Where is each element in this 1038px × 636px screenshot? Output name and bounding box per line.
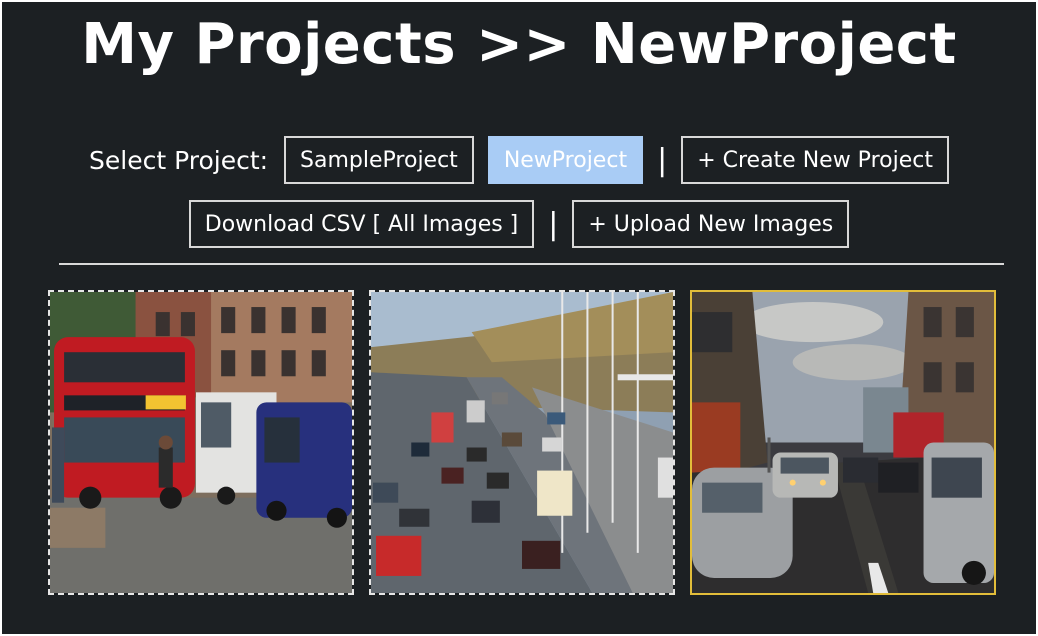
project-button-newproject[interactable]: NewProject	[487, 136, 644, 184]
bus-street-image	[50, 292, 352, 593]
project-selector-row: Select Project: SampleProject NewProject…	[2, 135, 1036, 185]
image-thumbnail-1[interactable]	[48, 290, 354, 595]
select-project-label: Select Project:	[89, 145, 269, 175]
image-thumbnail-3[interactable]	[690, 290, 996, 595]
divider	[59, 263, 1004, 265]
app-frame: My Projects >> NewProject Select Project…	[2, 2, 1036, 634]
city-street-image	[692, 292, 994, 593]
upload-new-images-button[interactable]: + Upload New Images	[572, 200, 850, 248]
actions-row: Download CSV [ All Images ] | + Upload N…	[2, 199, 1036, 249]
project-button-sampleproject[interactable]: SampleProject	[284, 136, 474, 184]
highway-image	[371, 292, 673, 593]
separator: |	[657, 142, 668, 178]
separator: |	[548, 206, 559, 242]
create-new-project-button[interactable]: + Create New Project	[681, 136, 949, 184]
page-title: My Projects >> NewProject	[81, 12, 957, 77]
download-csv-button[interactable]: Download CSV [ All Images ]	[188, 200, 535, 248]
image-thumbnail-2[interactable]	[369, 290, 675, 595]
